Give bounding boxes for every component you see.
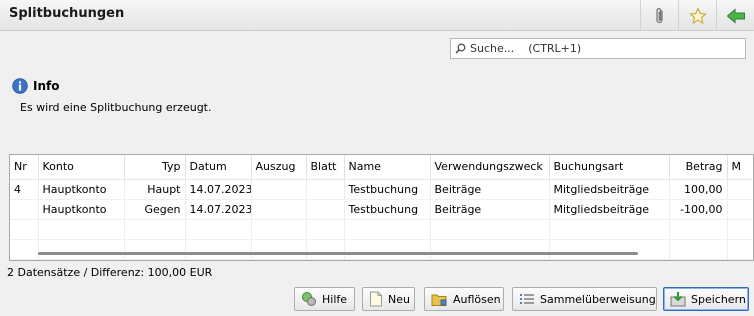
column-header-buchungsart[interactable]: Buchungsart [549,155,670,180]
attach-button[interactable] [640,0,678,31]
cell-name: Testbuchung [344,179,431,200]
cell-nr [10,199,39,220]
save-button-label: Speichern [691,292,746,306]
star-icon [688,6,707,24]
column-header-verwendungszweck[interactable]: Verwendungszweck [430,155,550,180]
cell-auszug [251,179,307,200]
column-header-m[interactable]: M [727,155,753,180]
table-row[interactable]: 4 Hauptkonto Haupt 14.07.2023 Testbuchun… [10,179,753,200]
cell-betrag: 100,00 [669,179,728,200]
cell-buchungsart: Mitgliedsbeiträge [549,179,670,200]
cell-name: Testbuchung [344,199,431,220]
empty-row [10,219,753,240]
back-button[interactable] [716,0,754,31]
search-icon [455,43,466,54]
cell-datum: 14.07.2023 [185,199,252,220]
help-icon [302,292,316,306]
column-header-name[interactable]: Name [344,155,431,180]
column-header-nr[interactable]: Nr [10,155,39,180]
cell-typ: Haupt [124,179,186,200]
table-row[interactable]: Hauptkonto Gegen 14.07.2023 Testbuchung … [10,199,753,220]
split-bookings-table[interactable]: Nr Konto Typ Datum Auszug Blatt Name Ver… [9,154,754,261]
cell-datum: 14.07.2023 [185,179,252,200]
back-arrow-icon [726,7,745,24]
window-title: Splitbuchungen [9,6,125,21]
bulk-transfer-button-label: Sammelüberweisung [540,292,656,306]
cell-auszug [251,199,307,220]
info-icon [12,78,28,94]
search-input[interactable] [470,42,740,55]
cell-m [727,179,753,200]
list-icon [520,294,534,304]
save-button[interactable]: Speichern [663,287,749,311]
cell-konto: Hauptkonto [38,199,125,220]
title-bar: Splitbuchungen [0,0,754,31]
table-header-row: Nr Konto Typ Datum Auszug Blatt Name Ver… [10,155,753,180]
info-title: Info [33,79,60,93]
cell-nr: 4 [10,179,39,200]
folder-icon [431,294,447,306]
column-header-blatt[interactable]: Blatt [306,155,345,180]
search-box[interactable] [450,38,746,59]
cell-blatt [306,199,345,220]
cell-blatt [306,179,345,200]
help-button-label: Hilfe [322,292,348,306]
cell-verwendungszweck: Beiträge [430,199,550,220]
save-icon [670,292,686,307]
new-button-label: Neu [388,292,410,306]
column-header-typ[interactable]: Typ [124,155,186,180]
cell-betrag: -100,00 [669,199,728,220]
new-button[interactable]: Neu [362,287,415,311]
bulk-transfer-button[interactable]: Sammelüberweisung [512,287,657,311]
dissolve-button[interactable]: Auflösen [424,287,504,311]
help-button[interactable]: Hilfe [294,287,355,311]
column-header-betrag[interactable]: Betrag [669,155,728,180]
horizontal-scrollbar[interactable] [38,252,638,255]
cell-konto: Hauptkonto [38,179,125,200]
column-header-auszug[interactable]: Auszug [251,155,307,180]
status-text: 2 Datensätze / Differenz: 100,00 EUR [7,266,213,279]
cell-buchungsart: Mitgliedsbeiträge [549,199,670,220]
dissolve-button-label: Auflösen [453,292,501,306]
cell-typ: Gegen [124,199,186,220]
column-header-datum[interactable]: Datum [185,155,252,180]
info-message: Es wird eine Splitbuchung erzeugt. [20,101,212,114]
cell-verwendungszweck: Beiträge [430,179,550,200]
cell-m [727,199,753,220]
new-document-icon [370,291,382,307]
empty-row [10,239,753,260]
column-header-konto[interactable]: Konto [38,155,125,180]
favorite-button[interactable] [678,0,716,31]
info-panel: Info [12,78,59,94]
paperclip-icon [655,7,663,23]
